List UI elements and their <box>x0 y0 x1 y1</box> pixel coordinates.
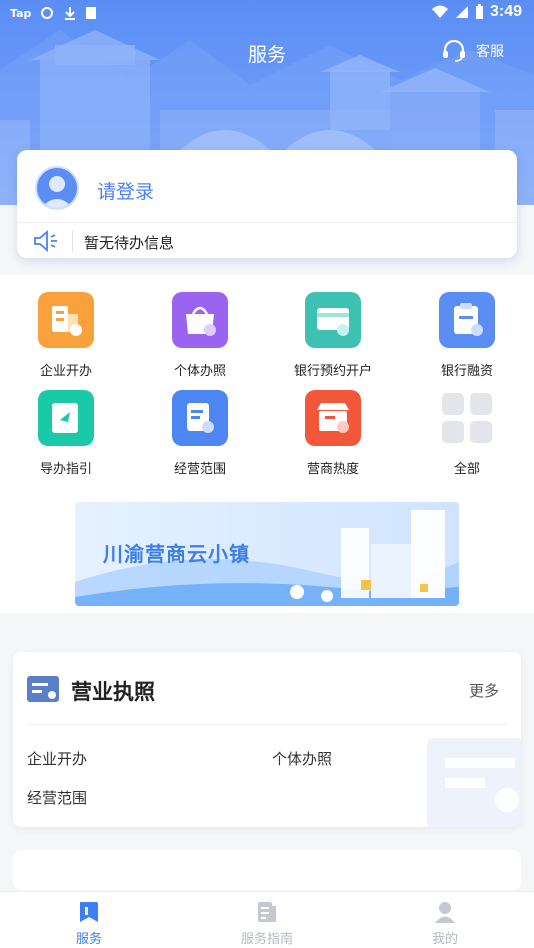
tab-label: 服务指南 <box>240 932 293 947</box>
service-label: 全部 <box>453 462 480 477</box>
signal-icon <box>455 6 468 18</box>
status-app-label: Tap <box>10 6 32 20</box>
section-divider <box>27 724 507 725</box>
sync-icon <box>41 7 54 19</box>
clipboard-yen-icon <box>439 292 495 348</box>
license-item-scope[interactable]: 经营范围 <box>27 787 87 808</box>
service-label: 银行预约开户 <box>293 364 372 379</box>
service-item-guide[interactable]: 导办指引 <box>11 390 121 477</box>
tab-mine[interactable]: 我的 <box>385 900 505 947</box>
service-label: 导办指引 <box>39 462 92 477</box>
service-label: 经营范围 <box>173 462 226 477</box>
license-icon <box>27 676 59 702</box>
tab-service[interactable]: 服务 <box>29 900 149 947</box>
customer-service-label: 客服 <box>476 44 504 60</box>
tab-label: 我的 <box>431 932 458 947</box>
card-divider <box>17 222 517 223</box>
login-prompt[interactable]: 请登录 <box>97 177 154 204</box>
banner-title: 川渝营商云小镇 <box>103 542 250 566</box>
next-section-card <box>13 850 521 890</box>
notice-text[interactable]: 暂无待办信息 <box>84 232 174 253</box>
license-item-enterprise[interactable]: 企业开办 <box>27 748 87 769</box>
download-icon <box>65 7 76 20</box>
service-label: 营商热度 <box>306 462 359 477</box>
bottom-tab-bar: 服务 服务指南 我的 <box>0 891 534 948</box>
tab-label: 服务 <box>75 932 102 947</box>
guide-tab-icon <box>258 902 276 922</box>
license-watermark-icon <box>427 738 521 827</box>
notice-separator <box>72 230 73 252</box>
service-item-individual[interactable]: 个体办照 <box>145 292 255 379</box>
user-tab-icon <box>435 902 455 923</box>
more-link[interactable]: 更多 <box>469 680 499 701</box>
speaker-icon <box>34 230 57 252</box>
license-section: 营业执照 更多 企业开办 个体办照 经营范围 <box>13 652 521 827</box>
service-label: 银行融资 <box>440 364 493 379</box>
service-item-enterprise[interactable]: 企业开办 <box>11 292 121 379</box>
shop-fire-icon <box>305 390 361 446</box>
promo-banner[interactable]: 川渝营商云小镇 <box>75 502 459 606</box>
service-item-all[interactable]: 全部 <box>412 390 522 477</box>
battery-icon <box>475 4 483 19</box>
service-item-bank-account[interactable]: 银行预约开户 <box>278 292 388 379</box>
service-label: 个体办照 <box>173 364 226 379</box>
service-item-financing[interactable]: 银行融资 <box>412 292 522 379</box>
tab-service-guide[interactable]: 服务指南 <box>207 900 327 947</box>
service-tab-icon <box>80 902 98 922</box>
user-avatar-icon <box>41 176 73 208</box>
shopping-bag-icon <box>172 292 228 348</box>
service-label: 企业开办 <box>39 364 92 379</box>
guide-book-icon <box>38 390 94 446</box>
headset-icon <box>443 40 465 62</box>
service-item-business-scope[interactable]: 经营范围 <box>145 390 255 477</box>
status-time: 3:49 <box>489 3 522 20</box>
license-item-individual[interactable]: 个体办照 <box>272 748 332 769</box>
status-bar: Tap 3:49 <box>0 0 534 28</box>
wifi-icon <box>431 5 448 18</box>
bank-card-icon <box>305 292 361 348</box>
service-item-business-heat[interactable]: 营商热度 <box>278 390 388 477</box>
login-card: 请登录 暂无待办信息 <box>17 150 517 258</box>
app-notification-icon <box>86 7 97 19</box>
document-search-icon <box>172 390 228 446</box>
customer-service-button[interactable]: 客服 <box>442 40 504 62</box>
section-title: 营业执照 <box>71 680 155 704</box>
avatar[interactable] <box>35 166 79 210</box>
grid-all-icon <box>439 390 495 446</box>
building-icon <box>38 292 94 348</box>
services-panel: 企业开办 个体办照 银行预约开户 银行融资 导办指引 经营范围 营商热度 全部 … <box>0 275 534 613</box>
